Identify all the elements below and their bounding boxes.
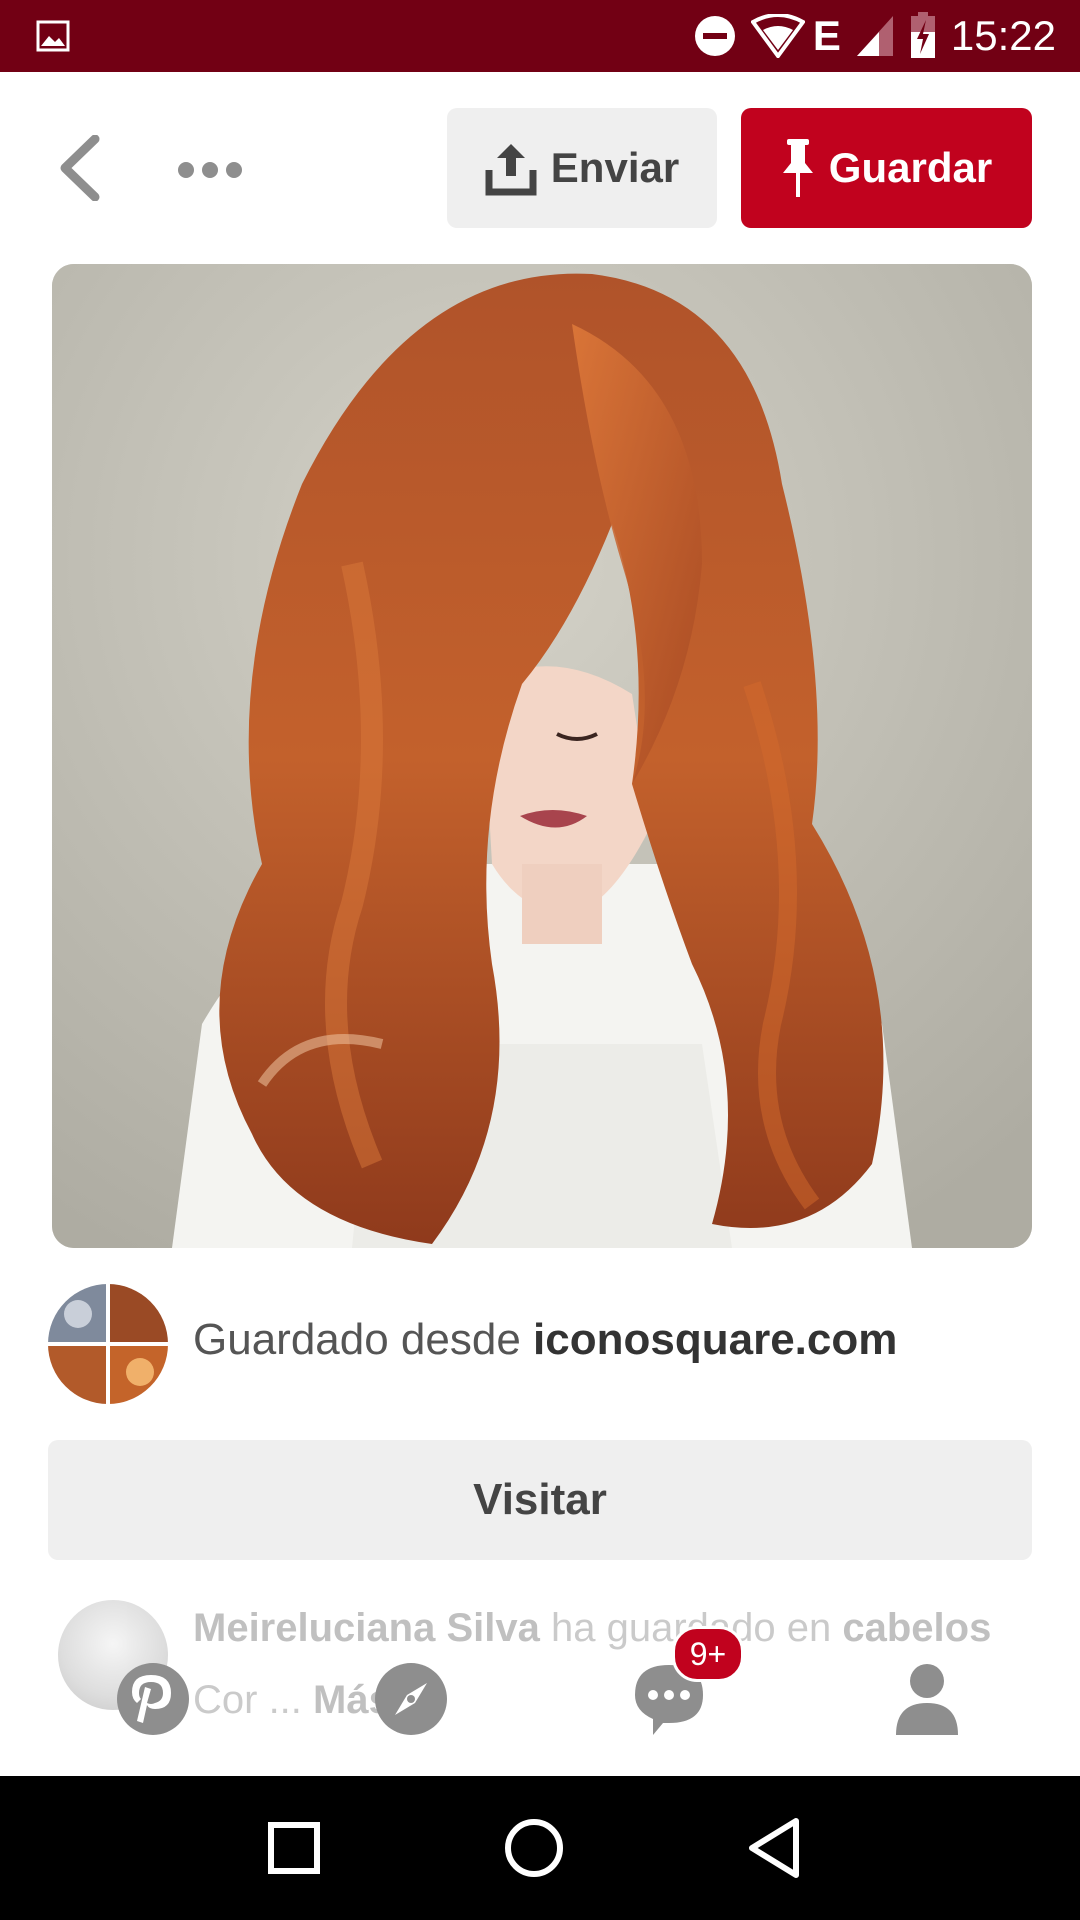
status-bar: E 15:22 bbox=[0, 0, 1080, 72]
recents-icon bbox=[268, 1822, 320, 1874]
source-board-avatar[interactable] bbox=[48, 1284, 168, 1404]
nav-profile[interactable] bbox=[872, 1644, 982, 1754]
back-triangle-icon bbox=[749, 1818, 799, 1878]
explore-icon bbox=[375, 1663, 447, 1735]
bottom-navigation bbox=[0, 1632, 1080, 1772]
nav-explore[interactable] bbox=[356, 1644, 466, 1754]
nav-home[interactable] bbox=[98, 1644, 208, 1754]
pin-icon bbox=[782, 139, 813, 197]
more-horizontal-icon bbox=[178, 162, 242, 178]
board-collage-thumbnail bbox=[48, 1284, 168, 1404]
home-system-button[interactable] bbox=[484, 1798, 584, 1898]
chevron-left-icon bbox=[60, 135, 100, 201]
save-label: Guardar bbox=[828, 144, 993, 191]
saved-from-prefix: Guardado desde bbox=[193, 1315, 521, 1364]
source-domain-link[interactable]: iconosquare.com bbox=[533, 1315, 897, 1364]
pin-photo-illustration bbox=[52, 264, 1032, 1248]
send-button[interactable]: Enviar bbox=[447, 108, 717, 228]
saved-from-text: Guardado desde iconosquare.com bbox=[193, 1315, 897, 1365]
profile-icon bbox=[896, 1664, 958, 1735]
send-label: Enviar bbox=[550, 144, 680, 191]
gallery-icon bbox=[36, 20, 70, 52]
back-button[interactable] bbox=[48, 128, 110, 208]
clock: 15:22 bbox=[950, 12, 1056, 59]
visit-button[interactable]: Visitar bbox=[48, 1440, 1032, 1560]
home-circle-icon bbox=[505, 1819, 563, 1877]
messages-badge: 9+ bbox=[672, 1626, 744, 1682]
signal-icon bbox=[856, 16, 893, 56]
back-system-button[interactable] bbox=[724, 1798, 824, 1898]
network-type: E bbox=[812, 12, 841, 59]
save-button[interactable]: Guardar bbox=[741, 108, 1032, 228]
wifi-icon bbox=[750, 14, 805, 58]
home-icon bbox=[117, 1663, 189, 1735]
system-navigation-bar bbox=[0, 1776, 1080, 1920]
visit-label: Visitar bbox=[473, 1475, 607, 1524]
battery-charging-icon bbox=[910, 12, 935, 58]
do-not-disturb-icon bbox=[694, 16, 735, 56]
pin-image[interactable] bbox=[52, 264, 1032, 1248]
more-options-button[interactable] bbox=[170, 140, 250, 200]
recents-button[interactable] bbox=[244, 1798, 344, 1898]
share-upload-icon bbox=[485, 144, 537, 196]
